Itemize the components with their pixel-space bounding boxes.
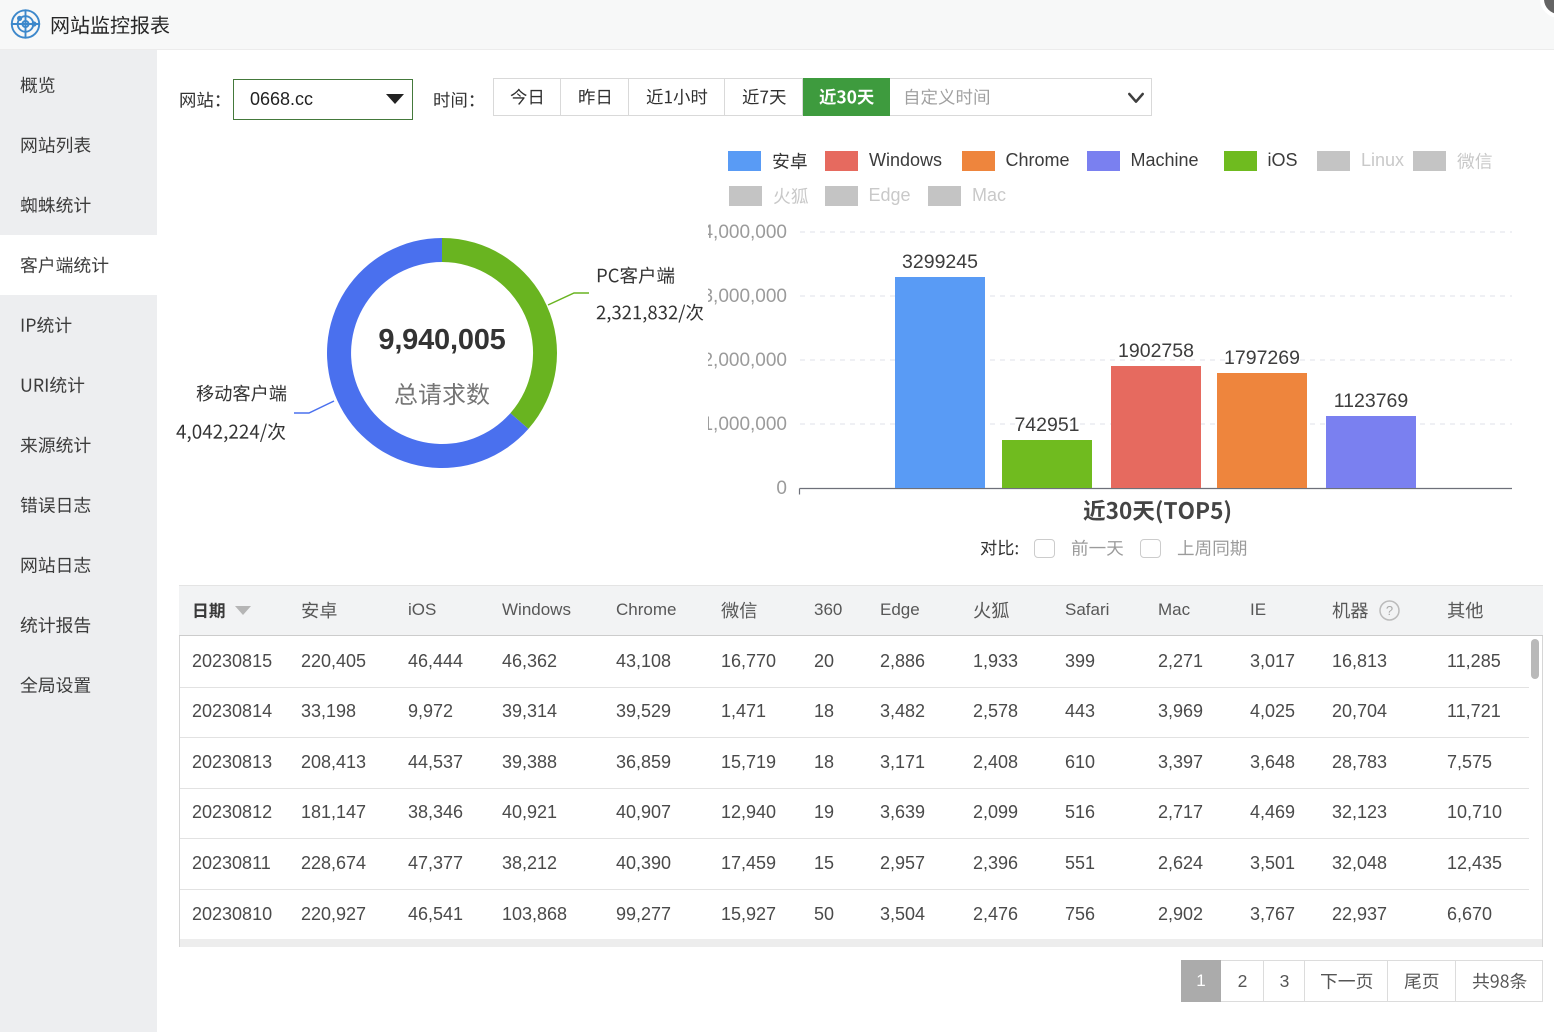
svg-text:?: ? bbox=[1386, 603, 1393, 618]
